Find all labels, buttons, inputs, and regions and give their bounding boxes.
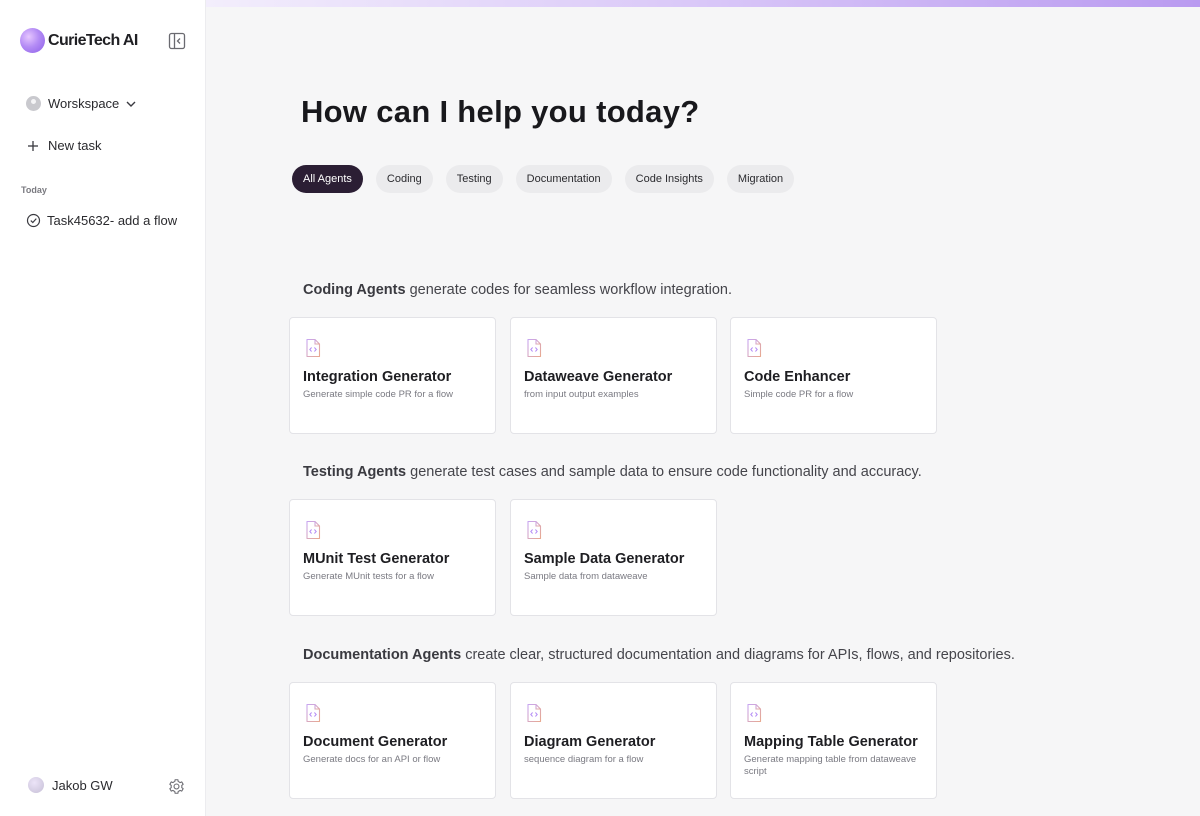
agent-filter-tabs: All Agents Coding Testing Documentation …: [292, 165, 807, 193]
section-subtitle: create clear, structured documentation a…: [465, 647, 1015, 663]
agent-description: Generate simple code PR for a flow: [303, 389, 453, 400]
gear-icon[interactable]: [168, 778, 185, 795]
task-label: Task45632- add a flow: [47, 213, 178, 228]
page-title: How can I help you today?: [301, 94, 700, 129]
task-item[interactable]: Task45632- add a flow: [26, 213, 196, 228]
agent-description: Generate mapping table from dataweave sc…: [744, 754, 917, 777]
filter-documentation[interactable]: Documentation: [515, 165, 612, 193]
plus-icon: [28, 140, 38, 151]
agent-description: sequence diagram for a flow: [524, 754, 644, 765]
filter-migration[interactable]: Migration: [726, 165, 795, 193]
section-title: Testing Agents: [303, 464, 407, 480]
section-subtitle: generate codes for seamless workflow int…: [409, 282, 732, 298]
section-title: Coding Agents: [303, 282, 406, 298]
agent-title: Mapping Table Generator: [744, 734, 918, 750]
filter-coding[interactable]: Coding: [375, 165, 433, 193]
chevron-down-icon: [126, 101, 136, 107]
filter-testing[interactable]: Testing: [445, 165, 503, 193]
section-title: Documentation Agents: [303, 647, 462, 663]
user-name: Jakob GW: [52, 777, 113, 793]
section-heading-coding: Coding Agents generate codes for seamles…: [303, 282, 732, 298]
workspace-selector[interactable]: Worskspace: [26, 96, 137, 111]
section-heading-testing: Testing Agents generate test cases and s…: [303, 464, 922, 480]
workspace-label: Worskspace: [48, 96, 120, 111]
agent-title: MUnit Test Generator: [303, 551, 450, 567]
code-file-icon: [304, 520, 322, 540]
code-file-icon: [745, 338, 763, 358]
avatar: [28, 777, 44, 793]
new-task-button[interactable]: New task: [26, 138, 101, 153]
agent-description: Generate MUnit tests for a flow: [303, 571, 434, 582]
agent-card-diagram-generator[interactable]: Diagram Generator sequence diagram for a…: [510, 682, 717, 799]
agent-card-dataweave-generator[interactable]: Dataweave Generator from input output ex…: [510, 317, 717, 434]
section-heading-documentation: Documentation Agents create clear, struc…: [303, 647, 1015, 663]
agent-card-munit-test-generator[interactable]: MUnit Test Generator Generate MUnit test…: [289, 499, 496, 616]
agent-title: Dataweave Generator: [524, 369, 673, 385]
section-subtitle: generate test cases and sample data to e…: [410, 464, 922, 480]
workspace-icon: [26, 96, 41, 111]
agent-description: Sample data from dataweave: [524, 571, 648, 582]
filter-all-agents[interactable]: All Agents: [292, 165, 363, 193]
code-file-icon: [304, 338, 322, 358]
agent-card-integration-generator[interactable]: Integration Generator Generate simple co…: [289, 317, 496, 434]
agent-title: Code Enhancer: [744, 369, 851, 385]
agent-title: Integration Generator: [303, 369, 452, 385]
agent-title: Diagram Generator: [524, 734, 656, 750]
app-name: CurieTech AI: [48, 31, 138, 49]
new-task-label: New task: [48, 138, 102, 153]
agent-card-code-enhancer[interactable]: Code Enhancer Simple code PR for a flow: [730, 317, 937, 434]
sidebar-collapse-icon[interactable]: [168, 32, 186, 50]
code-file-icon: [525, 703, 543, 723]
agent-title: Document Generator: [303, 734, 448, 750]
sidebar: CurieTech AI Worskspace New task Today T…: [0, 0, 206, 816]
app-logo[interactable]: CurieTech AI: [20, 28, 138, 53]
code-file-icon: [745, 703, 763, 723]
agent-card-sample-data-generator[interactable]: Sample Data Generator Sample data from d…: [510, 499, 717, 616]
agent-description: Simple code PR for a flow: [744, 389, 854, 400]
agent-card-document-generator[interactable]: Document Generator Generate docs for an …: [289, 682, 496, 799]
agent-description: Generate docs for an API or flow: [303, 754, 441, 765]
agent-title: Sample Data Generator: [524, 551, 685, 567]
filter-code-insights[interactable]: Code Insights: [624, 165, 714, 193]
agent-description: from input output examples: [524, 389, 639, 400]
agent-card-mapping-table-generator[interactable]: Mapping Table Generator Generate mapping…: [730, 682, 937, 799]
code-file-icon: [525, 520, 543, 540]
top-accent-bar: [206, 0, 1200, 7]
code-file-icon: [304, 703, 322, 723]
logo-orb-icon: [20, 28, 45, 53]
check-circle-icon: [26, 213, 41, 228]
code-file-icon: [525, 338, 543, 358]
section-label-today: Today: [21, 185, 47, 195]
user-profile[interactable]: Jakob GW: [28, 777, 113, 793]
